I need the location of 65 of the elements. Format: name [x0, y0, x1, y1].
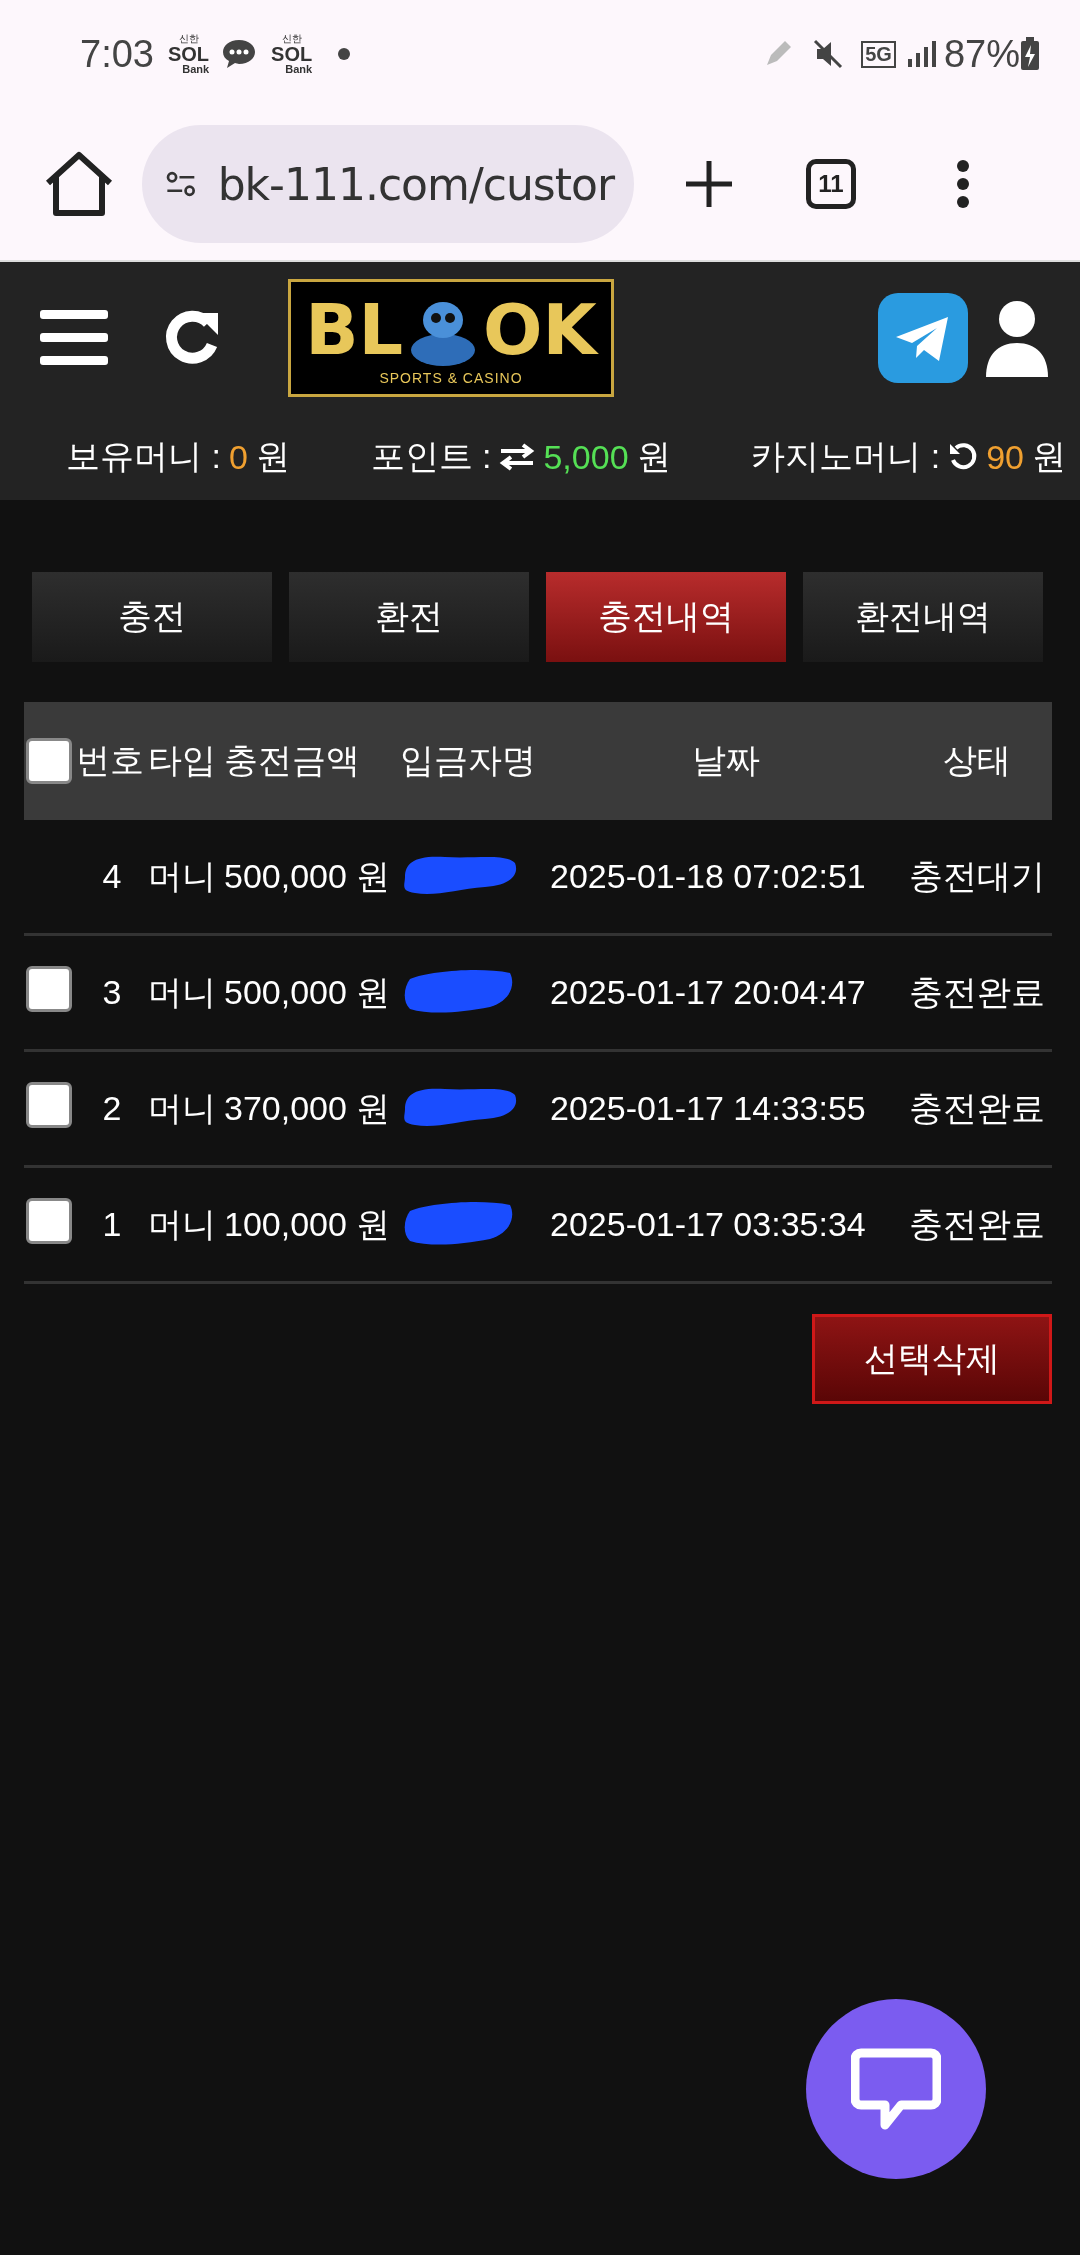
tab-count[interactable]: 11	[806, 159, 856, 209]
currency-unit: 원	[255, 436, 290, 477]
column-header: 타입	[148, 740, 217, 781]
table-cell-text: 2025-01-17 20:04:47	[550, 973, 867, 1012]
dot-icon	[338, 48, 351, 60]
table-cell-text: 500,000 원	[224, 971, 392, 1013]
tab[interactable]: 환전내역	[803, 572, 1043, 662]
table-cell-text: 충전완료	[908, 1203, 1046, 1245]
column-header: 상태	[942, 740, 1012, 781]
tab[interactable]: 충전내역	[546, 572, 786, 662]
url-text: bk-111.com/custor	[217, 158, 614, 210]
bank-app-icon: 신한 SOL Bank	[271, 33, 313, 75]
column-header: 번호	[76, 740, 145, 781]
table-cell-text: 500,000 원	[224, 855, 392, 897]
table-cell-text: 2025-01-17 03:35:34	[550, 1205, 867, 1244]
battery-charging-icon	[1020, 37, 1040, 71]
swap-arrows-icon	[499, 443, 536, 471]
currency-unit: 원	[1032, 436, 1066, 477]
clock-time: 7:03	[80, 32, 154, 76]
telegram-icon[interactable]	[878, 293, 968, 383]
signal-icon	[905, 39, 936, 69]
table-cell-text: 머니	[148, 1203, 217, 1245]
table-cell-text: 1	[101, 1205, 123, 1244]
column-header: 날짜	[691, 740, 761, 781]
table-cell-text: 2025-01-18 07:02:51	[550, 857, 867, 896]
chat-bubble-icon	[221, 38, 258, 70]
table-cell-text: 머니	[148, 855, 217, 897]
row-checkbox[interactable]	[26, 965, 72, 1012]
tab[interactable]: 환전	[289, 572, 529, 662]
battery-percent: 87%	[943, 32, 1020, 76]
table-cell-text: 머니	[148, 971, 217, 1013]
table-cell-text: 충전완료	[908, 1087, 1046, 1129]
balance-label: 카지노머니 :	[751, 436, 941, 477]
balance-value: 0	[228, 437, 248, 477]
more-icon[interactable]	[956, 159, 970, 209]
balance-label: 보유머니 :	[66, 436, 221, 477]
bank-app-icon: 신한 SOL Bank	[167, 33, 210, 75]
undo-icon	[948, 442, 979, 472]
plus-icon[interactable]	[684, 159, 734, 209]
column-header: 입금자명	[400, 740, 537, 781]
balance-value: 90	[986, 437, 1024, 477]
table-cell-text: 충전대기	[908, 855, 1046, 897]
site-logo[interactable]: BL OK SPORTS & CASINO	[288, 279, 614, 397]
balance-value: 5,000	[543, 437, 629, 477]
select-all-checkbox[interactable]	[26, 738, 72, 784]
user-icon[interactable]	[984, 299, 1050, 377]
currency-unit: 원	[636, 436, 671, 477]
table-cell-text: 충전완료	[908, 971, 1046, 1013]
table-cell-text: 머니	[148, 1087, 217, 1129]
network-type: 5G	[861, 40, 896, 68]
tab[interactable]: 충전	[32, 572, 272, 662]
table-cell-text: 2025-01-17 14:33:55	[550, 1089, 867, 1128]
table-cell-text: 4	[101, 857, 123, 896]
menu-icon[interactable]	[40, 308, 108, 368]
table-cell-text: 3	[101, 973, 123, 1012]
table-cell-text: 2	[101, 1089, 123, 1128]
address-bar[interactable]: bk-111.com/custor	[142, 125, 634, 243]
table-cell-text: 370,000 원	[224, 1087, 392, 1129]
chat-icon	[851, 2047, 941, 2131]
balance-label: 포인트 :	[370, 436, 492, 477]
column-header: 충전금액	[224, 740, 361, 781]
table-cell-text: 100,000 원	[224, 1203, 392, 1245]
delete-selected-button[interactable]: 선택삭제	[812, 1314, 1052, 1404]
row-checkbox[interactable]	[26, 1081, 72, 1128]
row-checkbox[interactable]	[26, 1197, 72, 1244]
